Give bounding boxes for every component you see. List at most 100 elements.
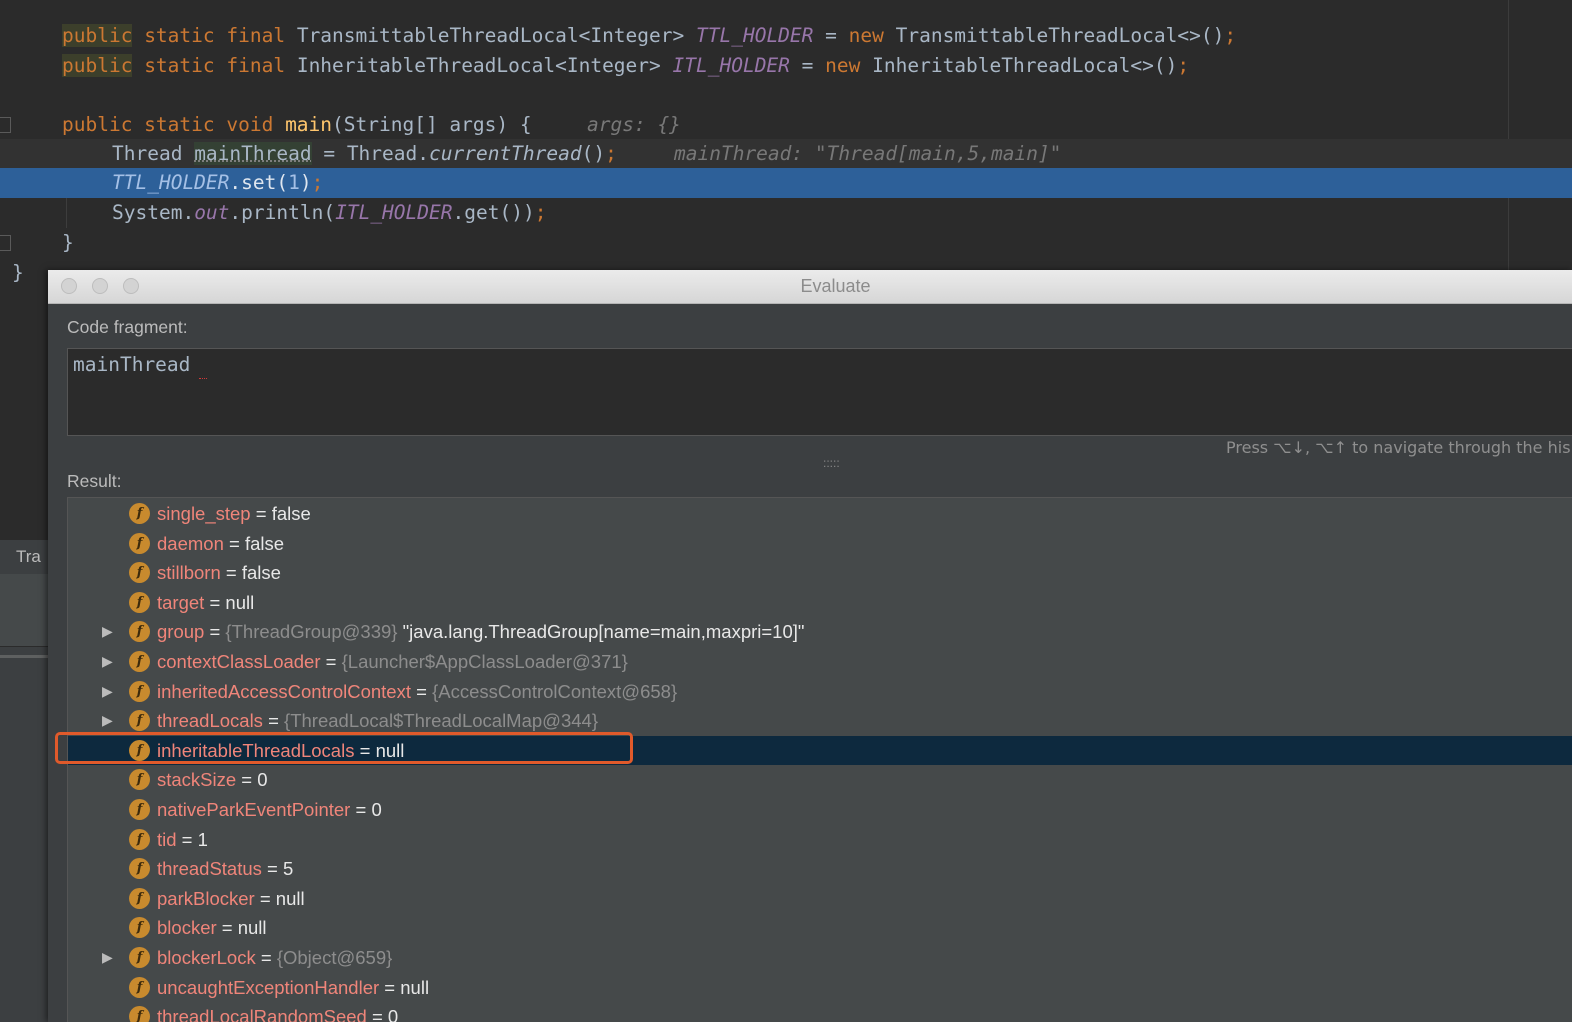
code-fragment-value: mainThread (73, 353, 191, 376)
code-fragment-label: Code fragment: (67, 317, 188, 337)
inline-debug-hint: mainThread: "Thread[main,5,main]" (674, 142, 1062, 165)
code-line-1[interactable]: public static final TransmittableThreadL… (0, 21, 1572, 51)
field-name: group (157, 621, 205, 643)
tree-row-text: blockerLock = {Object@659} (157, 943, 392, 972)
tree-row-tid[interactable]: f tid = 1 (68, 825, 1572, 854)
field-name: uncaughtExceptionHandler (157, 976, 380, 998)
code-editor[interactable]: public static final TransmittableThreadL… (0, 0, 1572, 284)
field-icon: f (129, 532, 150, 554)
tree-row-text: target = null (157, 588, 254, 617)
equals-sign: = (261, 858, 283, 880)
variable-mainThread[interactable]: mainThread (194, 142, 312, 165)
equals-sign: = (204, 591, 226, 613)
tree-row-inheritedAccessControlContext[interactable]: ▶ f inheritedAccessControlContext = {Acces… (68, 677, 1572, 706)
field-value: null (225, 591, 255, 613)
field-icon: f (129, 947, 150, 968)
tree-row-parkBlocker[interactable]: f parkBlocker = null (68, 884, 1572, 913)
code-fragment-input[interactable]: mainThread (67, 348, 1572, 436)
tree-row-text: group = {ThreadGroup@339} "java.lang.Thr… (157, 617, 804, 646)
field-icon: f (129, 917, 150, 939)
code-line-println[interactable]: System.out.println(ITL_HOLDER.get()); (0, 198, 1572, 228)
object-reference: {ThreadLocal$ThreadLocalMap@344} (284, 710, 598, 732)
tree-row-threadStatus[interactable]: f threadStatus = 5 (68, 854, 1572, 883)
field-value: false (241, 562, 281, 584)
field-name: blockerLock (157, 947, 256, 968)
tree-row-text: blocker = null (157, 913, 267, 942)
tree-row-threadLocalRandomSeed[interactable]: f threadLocalRandomSeed = 0 (68, 1002, 1572, 1022)
equals-sign: = (320, 651, 342, 672)
history-navigation-hint: Press ⌥↓, ⌥↑ to navigate through the his (1226, 438, 1571, 457)
field-icon: f (129, 562, 150, 584)
expand-arrow-icon[interactable]: ▶ (102, 617, 116, 646)
field-name: blocker (157, 917, 217, 939)
tree-row-nativeParkEventPointer[interactable]: f nativeParkEventPointer = 0 (68, 795, 1572, 824)
field-value: 1 (197, 828, 208, 850)
field-icon: f (129, 887, 150, 909)
field-icon: f (129, 710, 150, 732)
field-name: inheritedAccessControlContext (157, 680, 411, 702)
equals-sign: = (236, 769, 258, 791)
tree-row-blocker[interactable]: f blocker = null (68, 913, 1572, 942)
field-name: single_step (157, 503, 251, 524)
tree-row-text: stackSize = 0 (157, 765, 268, 794)
tree-row-threadLocals[interactable]: ▶ f threadLocals = {ThreadLocal$ThreadLoca… (68, 706, 1572, 735)
dialog-titlebar[interactable]: Evaluate (48, 270, 1572, 304)
expand-arrow-icon[interactable]: ▶ (102, 943, 116, 972)
field-name: stillborn (157, 562, 221, 584)
field-icon: f (129, 858, 150, 880)
field-value: null (275, 887, 305, 909)
expand-arrow-icon[interactable]: ▶ (102, 677, 116, 706)
tree-row-text: parkBlocker = null (157, 884, 305, 913)
splitter-handle[interactable]: ::::: (823, 456, 840, 470)
equals-sign: = (250, 503, 272, 524)
tree-row-blockerLock[interactable]: ▶ f blockerLock = {Object@659} (68, 943, 1572, 972)
tree-row-text: daemon = false (157, 529, 284, 558)
tree-row-contextClassLoader[interactable]: ▶ f contextClassLoader = {Launcher$AppClas… (68, 647, 1572, 676)
field-value: false (244, 532, 285, 554)
field-icon: f (129, 769, 150, 791)
dialog-title: Evaluate (800, 276, 871, 296)
object-reference: {Launcher$AppClassLoader@371} (341, 651, 628, 672)
tree-row-single_step[interactable]: f single_step = false (68, 499, 1572, 528)
tree-row-stackSize[interactable]: f stackSize = 0 (68, 765, 1572, 794)
field-icon: f (129, 799, 150, 820)
tree-row-daemon[interactable]: f daemon = false (68, 529, 1572, 558)
tree-row-group[interactable]: ▶ f group = {ThreadGroup@339} "java.lang.T… (68, 617, 1572, 646)
tree-row-text: threadLocalRandomSeed = 0 (157, 1002, 398, 1022)
field-icon: f (129, 621, 150, 643)
field-icon: f (129, 503, 150, 524)
code-line-current[interactable]: Thread mainThread = Thread.currentThread… (0, 139, 1572, 169)
field-icon: f (129, 651, 150, 672)
tree-row-target[interactable]: f target = null (68, 588, 1572, 617)
side-panel-row[interactable] (0, 574, 50, 611)
code-line-2[interactable]: public static final InheritableThreadLoc… (0, 51, 1572, 81)
code-line-main[interactable]: public static void main(String[] args) {… (0, 110, 1572, 140)
field-name: stackSize (157, 769, 237, 791)
code-line-close-method[interactable]: } (0, 228, 1572, 258)
inline-debug-hint: args: {} (587, 113, 681, 136)
field-name: threadLocalRandomSeed (157, 1006, 367, 1022)
field-icon: f (129, 1006, 150, 1022)
field-icon: f (129, 680, 150, 702)
expand-arrow-icon[interactable]: ▶ (102, 647, 116, 676)
annotation-highlight-box (55, 732, 633, 764)
tree-row-uncaughtExceptionHandler[interactable]: f uncaughtExceptionHandler = null (68, 973, 1572, 1002)
tree-row-text: stillborn = false (157, 558, 281, 587)
field-value: 0 (387, 1006, 399, 1022)
equals-sign: = (379, 976, 401, 998)
side-panel-tab[interactable]: Tra (0, 540, 50, 574)
equals-sign: = (350, 799, 372, 820)
spellcheck-marker (199, 375, 207, 379)
code-line-execution-point[interactable]: TTL_HOLDER.set(1); (0, 168, 1572, 198)
expand-arrow-icon[interactable]: ▶ (102, 706, 116, 735)
tree-row-text: threadStatus = 5 (157, 854, 293, 883)
tree-row-text: threadLocals = {ThreadLocal$ThreadLocalM… (157, 706, 598, 735)
field-value: false (271, 503, 311, 524)
field-value: "java.lang.ThreadGroup[name=main,maxpri=… (402, 621, 805, 643)
side-panel-row[interactable] (0, 610, 50, 647)
equals-sign: = (411, 680, 433, 702)
field-name: target (157, 591, 205, 613)
tree-row-stillborn[interactable]: f stillborn = false (68, 558, 1572, 587)
equals-sign: = (204, 621, 226, 643)
equals-sign: = (220, 562, 242, 584)
